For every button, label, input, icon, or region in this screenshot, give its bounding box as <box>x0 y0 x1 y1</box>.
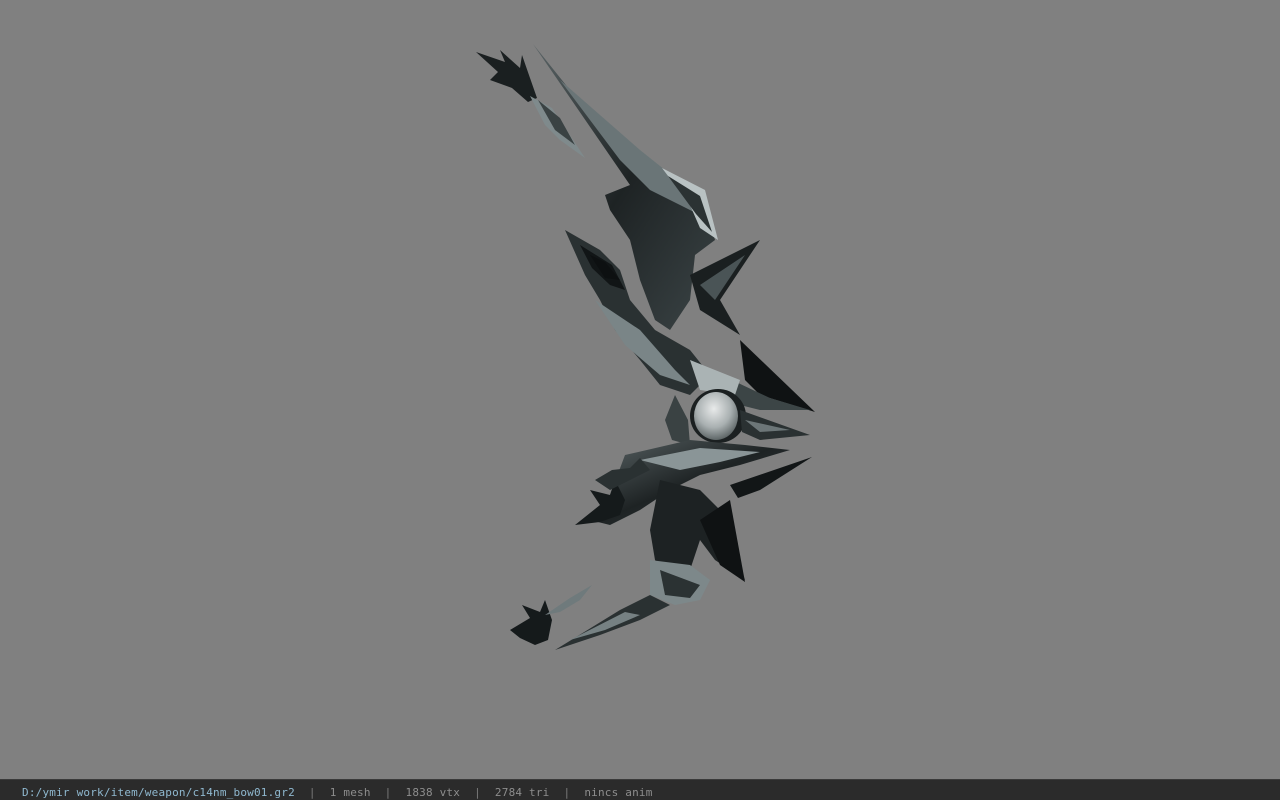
status-separator: | <box>308 786 316 799</box>
upper-feather <box>476 50 585 158</box>
3d-viewport[interactable] <box>0 0 1280 779</box>
status-separator: | <box>563 786 571 799</box>
file-path: D:/ymir work/item/weapon/c14nm_bow01.gr2 <box>22 786 295 799</box>
upper-limb <box>533 44 760 335</box>
bow-model-render <box>476 44 815 650</box>
vertex-count: 1838 vtx <box>405 786 461 799</box>
status-bar: D:/ymir work/item/weapon/c14nm_bow01.gr2… <box>0 779 1280 800</box>
lower-limb <box>555 440 812 650</box>
animation-status: nincs anim <box>584 786 653 799</box>
status-separator: | <box>474 786 481 799</box>
mesh-count: 1 mesh <box>329 786 371 799</box>
status-separator: | <box>384 786 392 799</box>
triangle-count: 2784 tri <box>494 786 550 799</box>
